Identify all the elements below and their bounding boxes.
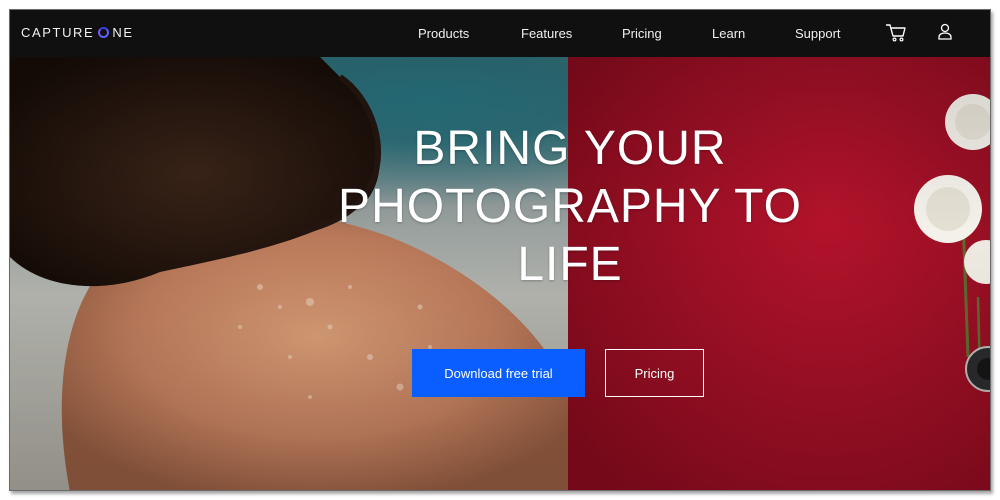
cart-icon[interactable]	[885, 23, 907, 48]
nav-item-support[interactable]: Support	[795, 26, 841, 41]
logo-text-one: NE	[112, 25, 134, 40]
hero-section: BRING YOUR PHOTOGRAPHY TO LIFE Download …	[10, 57, 990, 490]
hero-headline: BRING YOUR PHOTOGRAPHY TO LIFE	[338, 122, 802, 291]
pricing-button[interactable]: Pricing	[605, 349, 704, 397]
browser-frame: CAPTURE NE Products Features Pricing Lea…	[9, 9, 991, 491]
nav-item-products[interactable]: Products	[418, 26, 469, 41]
nav-item-features[interactable]: Features	[521, 26, 572, 41]
top-navigation-bar: CAPTURE NE Products Features Pricing Lea…	[10, 10, 990, 57]
logo-o-ring-icon	[98, 27, 110, 38]
download-free-trial-button[interactable]: Download free trial	[412, 349, 585, 397]
capture-one-logo[interactable]: CAPTURE NE	[21, 25, 134, 40]
user-icon[interactable]	[937, 23, 953, 46]
logo-text-capture: CAPTURE	[21, 25, 95, 40]
nav-item-learn[interactable]: Learn	[712, 26, 745, 41]
nav-item-pricing[interactable]: Pricing	[622, 26, 662, 41]
